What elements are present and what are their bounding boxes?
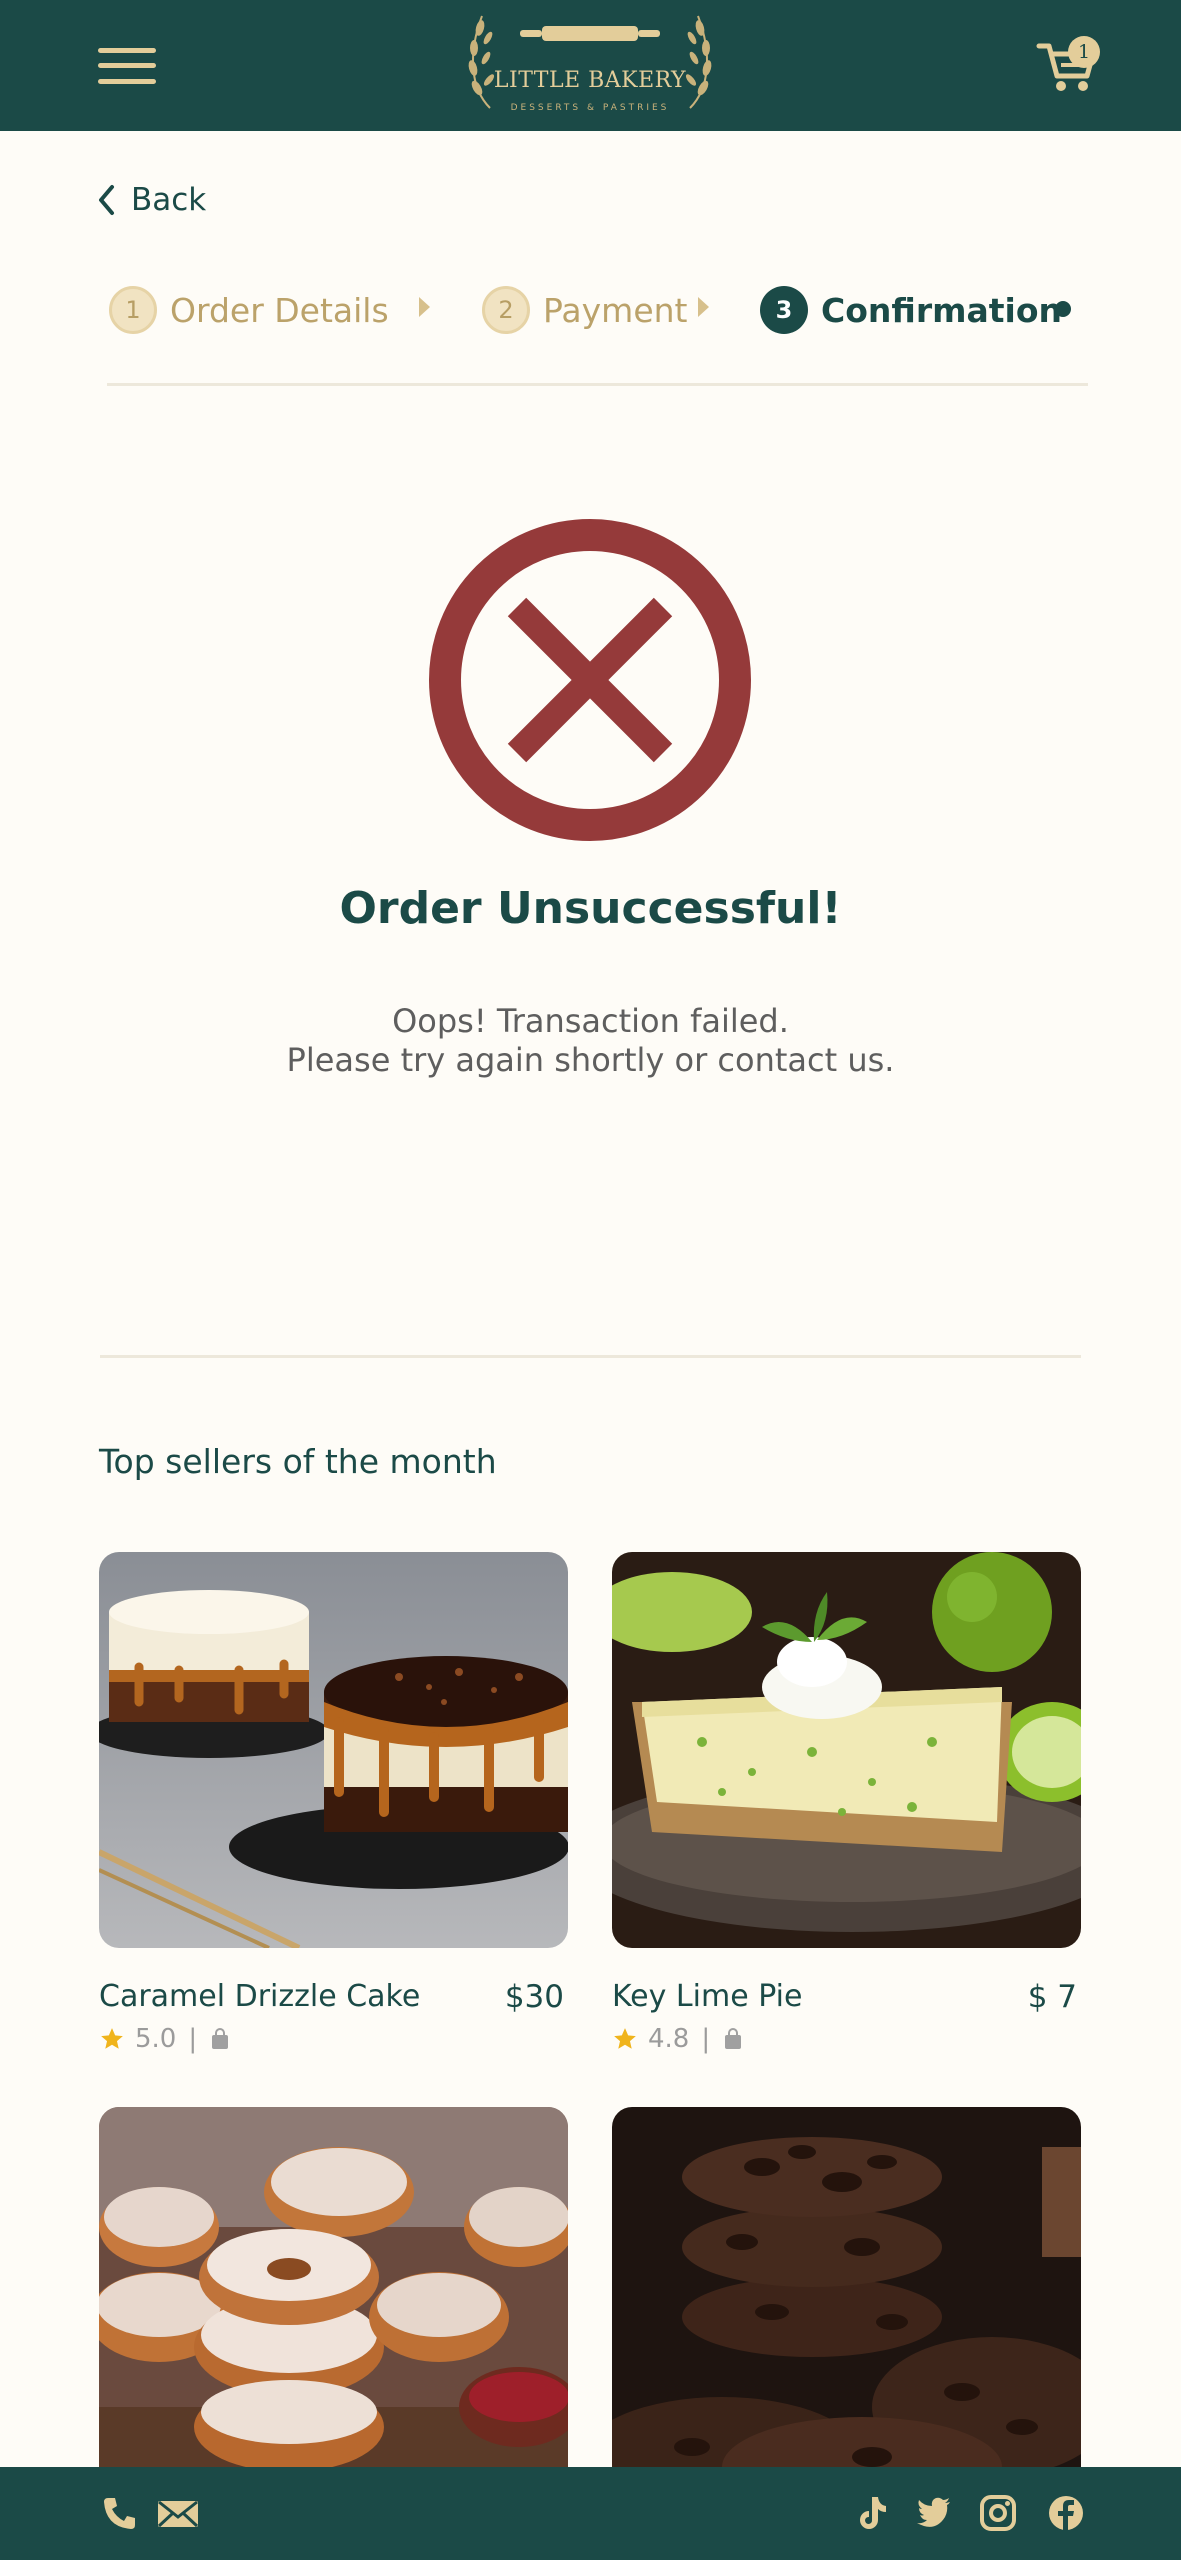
- product-rating: 5.0 |: [99, 2022, 229, 2056]
- product-image-donuts[interactable]: [99, 2107, 568, 2503]
- logo-title: LITTLE BAKERY: [493, 68, 687, 93]
- stepper-divider: [107, 383, 1088, 386]
- product-name[interactable]: Caramel Drizzle Cake: [99, 1979, 420, 2014]
- facebook-icon[interactable]: [1046, 2493, 1086, 2533]
- rating-separator: |: [188, 2024, 198, 2054]
- step-number: 1: [109, 286, 157, 334]
- star-icon: [614, 2028, 636, 2049]
- rating-value: 4.8: [648, 2024, 690, 2054]
- app-header: LITTLE BAKERY DESSERTS & PASTRIES 1: [0, 0, 1181, 131]
- error-x-circle-icon: [429, 519, 751, 841]
- step-label: Confirmation: [821, 290, 1063, 330]
- step-number: 3: [760, 286, 808, 334]
- cart-count-badge: 1: [1068, 36, 1100, 68]
- section-divider: [100, 1355, 1081, 1358]
- product-image-caramel-drizzle-cake[interactable]: [99, 1552, 568, 1948]
- status-message-line2: Please try again shortly or contact us.: [286, 1041, 895, 1079]
- status-message: Oops! Transaction failed. Please try aga…: [0, 1002, 1181, 1080]
- tiktok-icon[interactable]: [852, 2493, 892, 2533]
- active-step-dot-icon: [1055, 301, 1071, 317]
- step-payment[interactable]: 2 Payment: [482, 284, 687, 336]
- shopping-bag-icon: [725, 2028, 742, 2049]
- rating-value: 5.0: [135, 2024, 177, 2054]
- status-title: Order Unsuccessful!: [339, 883, 842, 934]
- back-button[interactable]: Back: [97, 178, 206, 222]
- product-name[interactable]: Key Lime Pie: [612, 1979, 802, 2014]
- logo-subtitle: DESSERTS & PASTRIES: [510, 103, 670, 113]
- app-footer: [0, 2467, 1181, 2560]
- chevron-left-icon: [99, 185, 114, 215]
- status-message-line1: Oops! Transaction failed.: [392, 1002, 789, 1040]
- step-arrow-icon: [698, 297, 709, 317]
- rating-separator: |: [701, 2024, 711, 2054]
- star-icon: [101, 2028, 123, 2049]
- step-arrow-icon: [419, 297, 430, 317]
- top-sellers-title: Top sellers of the month: [99, 1442, 497, 1481]
- step-number: 2: [482, 286, 530, 334]
- hamburger-menu-icon[interactable]: [98, 48, 156, 84]
- phone-icon[interactable]: [100, 2493, 140, 2533]
- product-rating: 4.8 |: [612, 2022, 742, 2056]
- product-image-key-lime-pie[interactable]: [612, 1552, 1081, 1948]
- product-price: $30: [504, 1979, 564, 2015]
- product-image-chocolate-cookies[interactable]: [612, 2107, 1081, 2503]
- step-label: Order Details: [170, 290, 389, 330]
- product-price: $ 7: [1027, 1979, 1077, 2015]
- bakery-logo[interactable]: LITTLE BAKERY DESSERTS & PASTRIES: [460, 8, 720, 124]
- step-confirmation[interactable]: 3 Confirmation: [760, 284, 1062, 336]
- shopping-bag-icon: [212, 2028, 229, 2049]
- step-order-details[interactable]: 1 Order Details: [109, 284, 389, 336]
- back-label: Back: [131, 182, 207, 218]
- twitter-icon[interactable]: [914, 2493, 954, 2533]
- step-label: Payment: [543, 290, 688, 330]
- mail-icon[interactable]: [156, 2493, 200, 2533]
- instagram-icon[interactable]: [978, 2493, 1018, 2533]
